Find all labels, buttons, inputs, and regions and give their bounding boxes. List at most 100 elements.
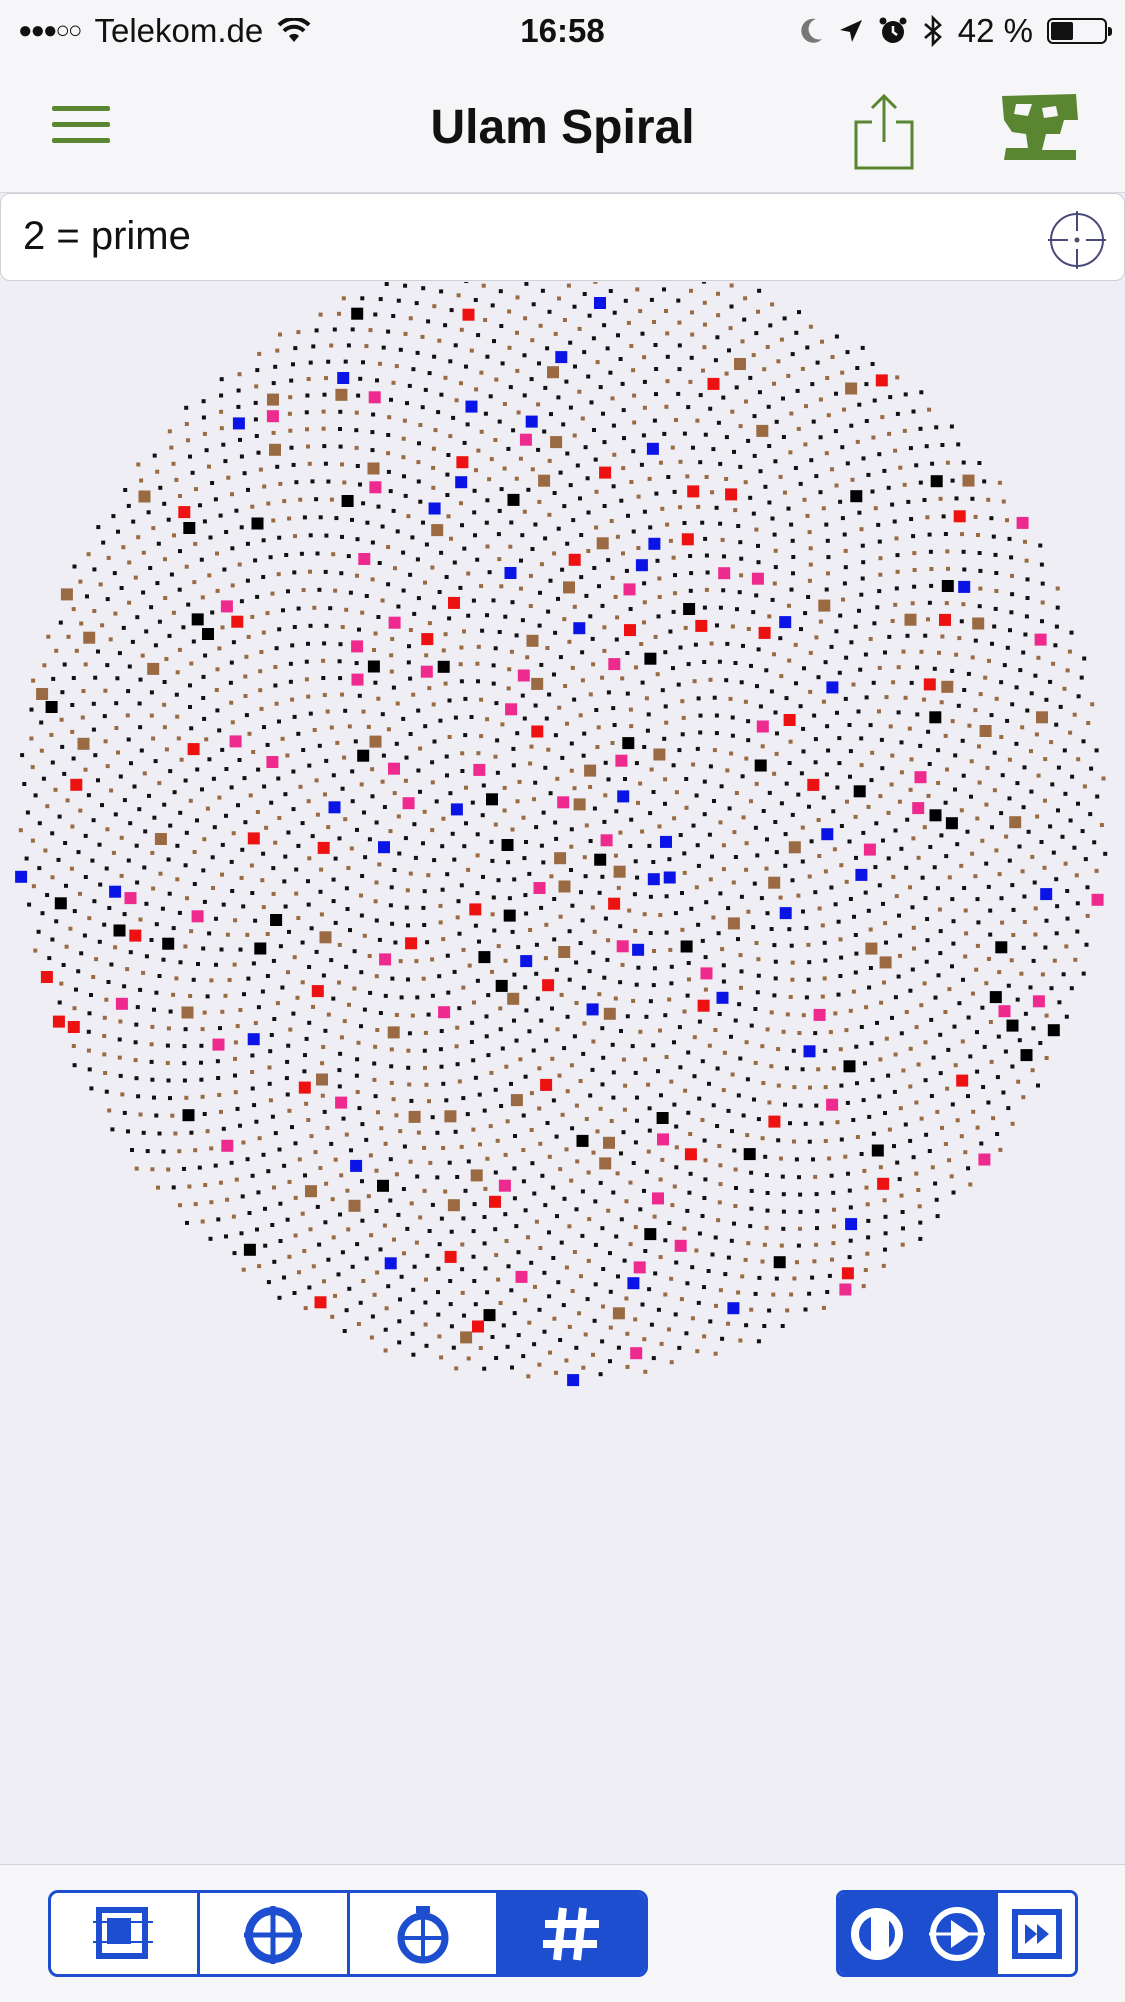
number-dot: [394, 741, 399, 746]
number-dot: [78, 579, 83, 584]
number-dot: [373, 631, 378, 636]
number-dot: [454, 398, 459, 403]
number-dot: [383, 1348, 388, 1353]
number-dot: [784, 1066, 789, 1071]
number-dot: [718, 521, 723, 526]
number-dot: [588, 1093, 593, 1098]
number-dot: [688, 588, 693, 593]
number-dot: [562, 318, 567, 322]
number-dot: [779, 674, 784, 679]
number-dot: [861, 456, 866, 461]
number-dot: [299, 551, 304, 556]
number-dot: [570, 665, 575, 670]
prime-marker: [243, 1243, 256, 1256]
number-dot: [49, 732, 54, 737]
number-dot: [202, 899, 207, 904]
number-dot: [149, 605, 154, 610]
number-dot: [380, 524, 385, 529]
number-dot: [946, 566, 950, 571]
number-dot: [445, 773, 449, 778]
number-dot: [925, 917, 930, 921]
number-dot: [752, 1097, 756, 1102]
fast-forward-icon[interactable]: [998, 1893, 1075, 1974]
rotate-icon[interactable]: [839, 1893, 919, 1974]
crosshair-icon[interactable]: [1042, 209, 1112, 271]
number-dot: [484, 520, 489, 525]
number-dot: [169, 445, 174, 450]
number-dot: [973, 638, 978, 643]
number-dot: [1007, 858, 1012, 863]
crosshair-target-icon[interactable]: [200, 1893, 350, 1974]
number-dot: [871, 1131, 876, 1136]
playback-segmented-control[interactable]: [836, 1890, 1078, 1977]
number-dot: [554, 836, 559, 841]
number-dot: [431, 465, 436, 470]
number-dot: [121, 545, 126, 550]
number-dot: [81, 689, 86, 693]
number-dot: [765, 1208, 770, 1213]
number-dot: [602, 625, 607, 630]
number-dot: [708, 1319, 713, 1324]
number-dot: [745, 1133, 750, 1138]
number-dot: [425, 1253, 430, 1258]
app-logo-icon[interactable]: [998, 90, 1080, 162]
number-dot: [579, 533, 584, 537]
stopwatch-icon[interactable]: [350, 1893, 499, 1974]
number-dot: [389, 1047, 394, 1052]
number-dot: [971, 991, 975, 996]
hash-pattern-icon[interactable]: [498, 1893, 645, 1974]
number-dot: [899, 846, 904, 851]
number-dot: [386, 582, 391, 587]
number-dot: [879, 737, 884, 742]
play-icon[interactable]: [918, 1893, 999, 1974]
number-dot: [798, 1226, 802, 1231]
number-dot: [220, 625, 225, 630]
number-dot: [231, 1214, 236, 1219]
number-dot: [214, 688, 219, 692]
number-dot: [253, 558, 258, 563]
number-dot: [543, 1203, 548, 1208]
number-dot: [569, 1063, 574, 1068]
prime-marker: [350, 1159, 363, 1172]
number-dot: [537, 499, 542, 504]
view-mode-segmented-control[interactable]: [48, 1890, 648, 1977]
number-dot: [620, 676, 625, 681]
prime-marker: [266, 756, 279, 768]
number-dot: [349, 846, 354, 851]
number-dot: [430, 780, 435, 785]
number-dot: [543, 956, 548, 961]
number-dot: [918, 480, 923, 485]
prime-marker: [648, 537, 661, 550]
number-dot: [839, 824, 844, 828]
prime-marker: [525, 415, 538, 428]
number-dot: [723, 1272, 728, 1277]
number-dot: [92, 567, 97, 572]
number-dot: [509, 520, 514, 525]
number-dot: [111, 514, 116, 519]
prime-marker: [181, 1006, 194, 1019]
number-dot: [254, 434, 259, 438]
square-grid-icon[interactable]: [51, 1893, 201, 1974]
number-dot: [426, 319, 431, 324]
ulam-spiral-canvas[interactable]: [0, 282, 1125, 1864]
number-dot: [853, 624, 858, 629]
number-dot: [233, 1056, 237, 1061]
number-dot: [655, 558, 660, 563]
number-dot: [259, 706, 264, 711]
number-dot: [472, 488, 477, 493]
number-dot: [456, 293, 461, 298]
number-dot: [739, 894, 744, 899]
number-dot: [518, 456, 523, 461]
number-dot: [890, 1015, 894, 1020]
number-dot: [677, 1345, 682, 1350]
number-dot: [733, 661, 738, 665]
number-dot: [155, 581, 160, 586]
number-dot: [350, 769, 355, 774]
prime-marker: [768, 876, 781, 889]
share-icon[interactable]: [852, 92, 916, 170]
number-dot: [296, 843, 301, 848]
number-dot: [311, 1264, 316, 1269]
number-dot: [448, 1279, 453, 1283]
number-dot: [540, 288, 545, 293]
number-dot: [199, 557, 204, 562]
